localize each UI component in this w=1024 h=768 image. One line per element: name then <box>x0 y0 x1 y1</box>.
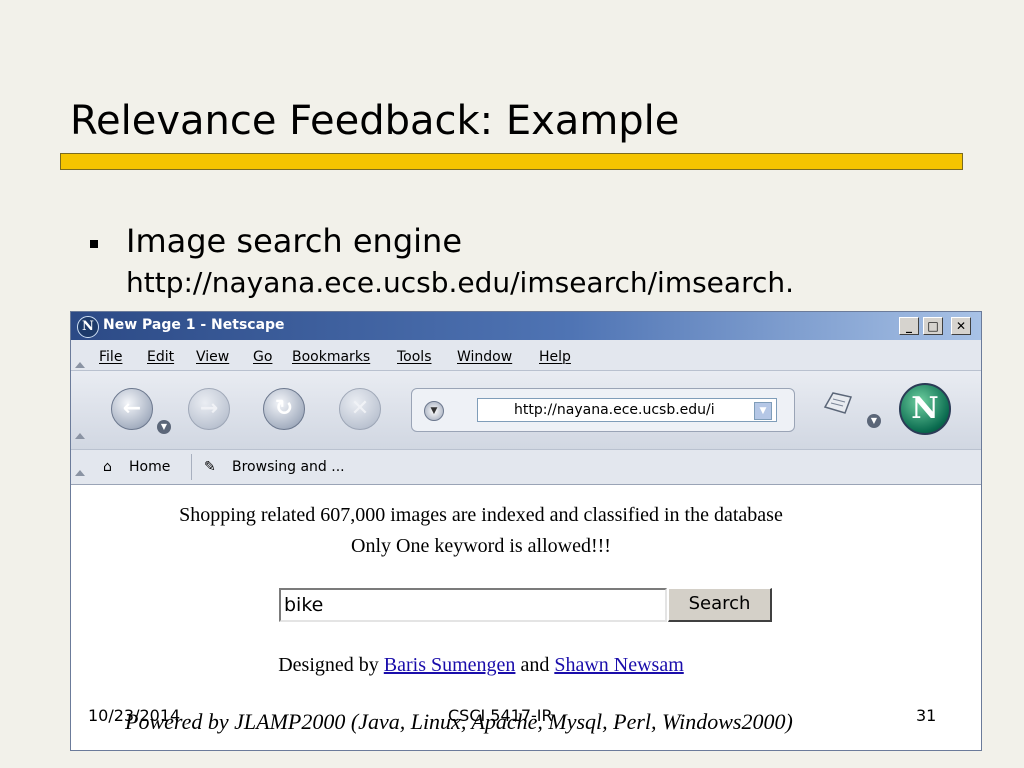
print-dropdown-icon[interactable]: ▼ <box>867 414 881 428</box>
footer-date: 10/23/2014 <box>88 706 181 725</box>
forward-icon[interactable]: → <box>188 388 230 430</box>
menu-view[interactable]: View <box>196 349 229 365</box>
designed-by-line: Designed by Baris Sumengen and Shawn New… <box>71 654 891 677</box>
close-button[interactable]: ✕ <box>951 317 971 335</box>
slide-title: Relevance Feedback: Example <box>70 98 680 144</box>
menu-help[interactable]: Help <box>539 349 571 365</box>
author-link-2[interactable]: Shawn Newsam <box>554 654 683 676</box>
minimize-button[interactable]: _ <box>899 317 919 335</box>
designed-and: and <box>520 654 550 676</box>
menu-bar: File Edit View Go Bookmarks Tools Window… <box>71 340 981 371</box>
menu-go[interactable]: Go <box>253 349 272 365</box>
menu-window[interactable]: Window <box>457 349 512 365</box>
home-icon[interactable]: ⌂ <box>103 459 112 475</box>
page-keyword-note: Only One keyword is allowed!!! <box>351 535 611 557</box>
address-dropdown-icon[interactable]: ▼ <box>754 402 772 420</box>
collapse-grip-icon[interactable] <box>75 470 85 476</box>
designed-prefix: Designed by <box>278 654 379 676</box>
title-underline-bar <box>60 153 963 170</box>
bullet-text: Image search engine <box>126 222 462 260</box>
footer-course: CSCI 5417-IR <box>448 706 553 725</box>
bullet-url: http://nayana.ece.ucsb.edu/imsearch/imse… <box>126 266 795 299</box>
stop-icon[interactable]: ✕ <box>339 388 381 430</box>
bullet-marker <box>90 240 98 248</box>
back-dropdown-icon[interactable]: ▼ <box>157 420 171 434</box>
bookmark-browsing[interactable]: Browsing and ... <box>232 459 345 475</box>
collapse-grip-icon[interactable] <box>75 433 85 439</box>
reload-icon[interactable]: ↻ <box>263 388 305 430</box>
address-panel: ▼ http://nayana.ece.ucsb.edu/i ▼ <box>411 388 795 432</box>
home-button[interactable]: Home <box>129 459 170 475</box>
address-input[interactable]: http://nayana.ece.ucsb.edu/i <box>477 398 777 422</box>
collapse-grip-icon[interactable] <box>75 362 85 368</box>
search-dropdown-icon[interactable]: ▼ <box>424 401 444 421</box>
menu-tools[interactable]: Tools <box>397 349 432 365</box>
menu-bookmarks[interactable]: Bookmarks <box>292 349 370 365</box>
personal-toolbar: ⌂ Home ✎ Browsing and ... <box>71 450 981 485</box>
navigation-toolbar: ← ▼ → ↻ ✕ ▼ http://nayana.ece.ucsb.edu/i… <box>71 371 981 450</box>
search-button[interactable]: Search <box>668 588 772 622</box>
window-title: New Page 1 - Netscape <box>103 317 285 333</box>
maximize-button[interactable]: □ <box>923 317 943 335</box>
author-link-1[interactable]: Baris Sumengen <box>384 654 516 676</box>
page-description: Shopping related 607,000 images are inde… <box>179 504 783 526</box>
menu-edit[interactable]: Edit <box>147 349 174 365</box>
menu-file[interactable]: File <box>99 349 122 365</box>
netscape-logo-icon: N <box>77 316 99 338</box>
footer-page-number: 31 <box>916 706 937 725</box>
bookmark-icon[interactable]: ✎ <box>204 459 216 475</box>
netscape-window: N New Page 1 - Netscape _ □ ✕ File Edit … <box>70 311 982 751</box>
print-icon[interactable] <box>819 389 857 419</box>
window-titlebar: N New Page 1 - Netscape _ □ ✕ <box>71 312 981 340</box>
toolbar-separator <box>191 454 192 480</box>
back-icon[interactable]: ← <box>111 388 153 430</box>
search-input[interactable]: bike <box>279 588 667 622</box>
netscape-throbber-icon[interactable]: N <box>899 383 951 435</box>
